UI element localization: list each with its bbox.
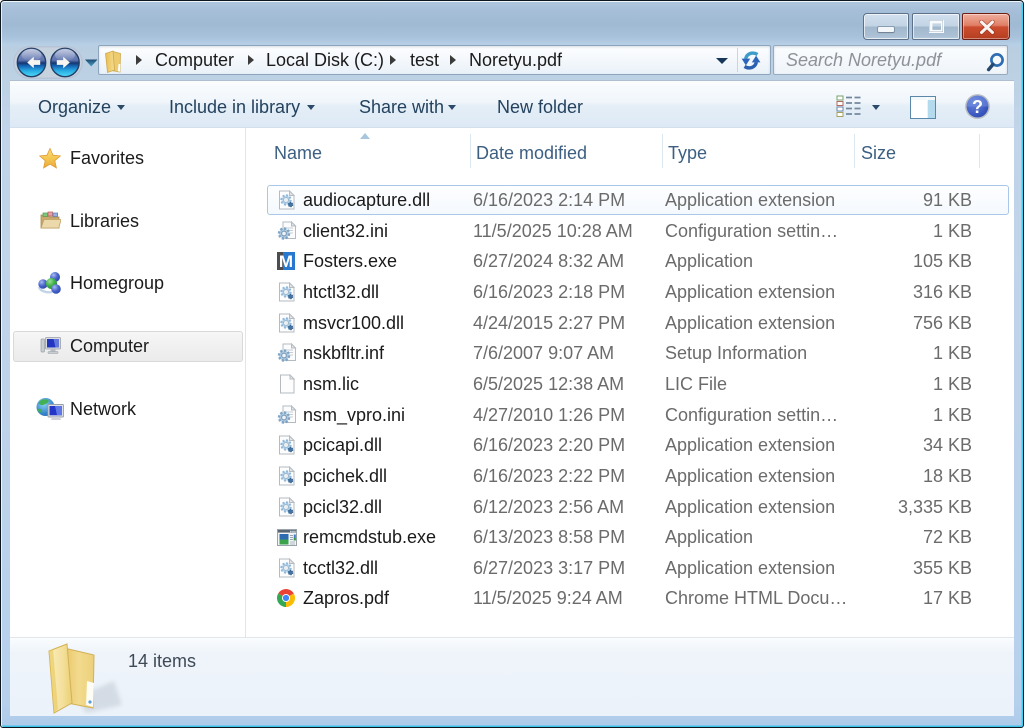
svg-text:?: ? bbox=[972, 97, 983, 117]
svg-text:M: M bbox=[279, 252, 293, 270]
